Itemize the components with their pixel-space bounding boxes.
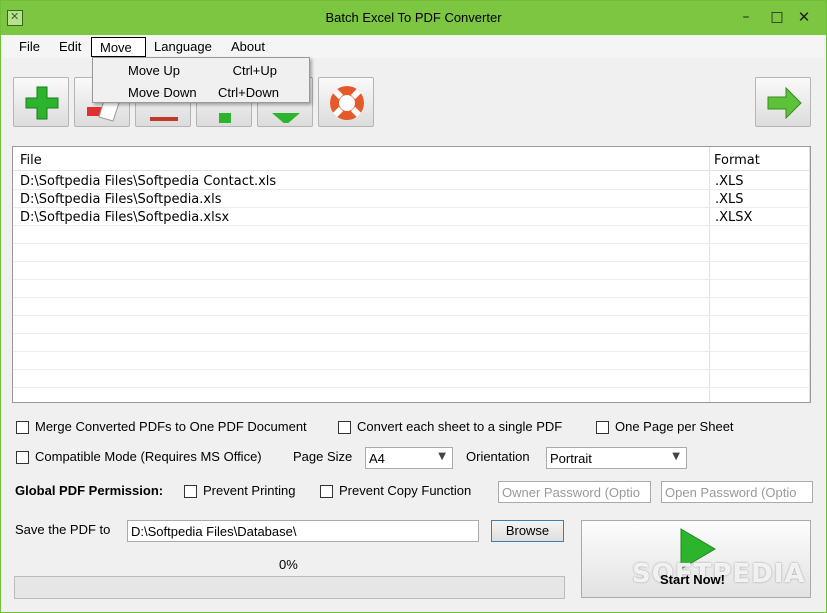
move-down-shortcut: Ctrl+Down <box>217 85 279 100</box>
orientation-value: Portrait <box>550 451 592 466</box>
add-icon <box>25 86 59 120</box>
each-sheet-label: Convert each sheet to a single PDF <box>357 419 563 434</box>
progress-bar <box>14 576 565 599</box>
file-format: .XLS <box>715 192 744 207</box>
each-sheet-checkbox[interactable] <box>338 421 351 434</box>
empty-row <box>13 244 810 262</box>
compatible-mode-label: Compatible Mode (Requires MS Office) <box>35 449 262 464</box>
menu-bar: File Edit Move Language About <box>3 36 824 58</box>
file-path: D:\Softpedia Files\Softpedia.xls <box>20 192 222 207</box>
move-dropdown-menu: Move Up Ctrl+Up Move Down Ctrl+Down <box>92 57 310 103</box>
file-list[interactable]: File Format D:\Softpedia Files\Softpedia… <box>12 146 811 403</box>
empty-row <box>13 280 810 298</box>
table-row[interactable]: D:\Softpedia Files\Softpedia Contact.xls… <box>13 172 810 190</box>
start-button[interactable]: SOFTPEDIA Start Now! <box>581 520 811 598</box>
move-down-label: Move Down <box>128 85 197 100</box>
page-size-value: A4 <box>369 451 385 466</box>
menu-item-move-up[interactable]: Move Up Ctrl+Up <box>93 60 309 80</box>
empty-row <box>13 334 810 352</box>
compatible-mode-checkbox[interactable] <box>16 451 29 464</box>
browse-button[interactable]: Browse <box>491 520 564 542</box>
prevent-printing-label: Prevent Printing <box>203 483 296 498</box>
one-page-checkbox[interactable] <box>596 421 609 434</box>
column-format[interactable]: Format <box>714 153 760 168</box>
file-path: D:\Softpedia Files\Softpedia Contact.xls <box>20 174 277 189</box>
menu-edit[interactable]: Edit <box>51 37 89 57</box>
title-bar[interactable]: Batch Excel To PDF Converter – □ ✕ <box>1 1 826 35</box>
table-row[interactable]: D:\Softpedia Files\Softpedia.xls .XLS <box>13 190 810 208</box>
move-up-label: Move Up <box>128 63 181 78</box>
table-row[interactable]: D:\Softpedia Files\Softpedia.xlsx .XLSX <box>13 208 810 226</box>
orientation-select[interactable]: Portrait ▼ <box>546 447 687 469</box>
orientation-label: Orientation <box>466 449 530 464</box>
empty-row <box>13 226 810 244</box>
owner-password-field[interactable] <box>498 481 651 503</box>
open-password-input[interactable] <box>662 482 812 502</box>
app-window: Batch Excel To PDF Converter – □ ✕ File … <box>0 0 827 613</box>
prevent-copy-checkbox[interactable] <box>320 485 333 498</box>
help-button[interactable] <box>318 77 374 127</box>
menu-language[interactable]: Language <box>146 37 220 57</box>
file-format: .XLSX <box>715 210 753 225</box>
owner-password-input[interactable] <box>499 482 650 502</box>
chevron-down-icon: ▼ <box>672 451 680 462</box>
column-file[interactable]: File <box>20 153 42 168</box>
prevent-printing-checkbox[interactable] <box>184 485 197 498</box>
save-path-field[interactable] <box>127 520 479 542</box>
next-arrow-icon <box>767 86 802 120</box>
progress-text: 0% <box>279 557 298 572</box>
save-path-input[interactable] <box>128 521 478 541</box>
menu-file[interactable]: File <box>11 37 48 57</box>
start-label: Start Now! <box>660 572 725 587</box>
menu-move[interactable]: Move <box>91 37 146 57</box>
merge-checkbox[interactable] <box>16 421 29 434</box>
next-button[interactable] <box>755 77 811 127</box>
empty-row <box>13 316 810 334</box>
empty-row <box>13 352 810 370</box>
save-label: Save the PDF to <box>15 522 111 537</box>
open-password-field[interactable] <box>661 481 813 503</box>
help-lifebuoy-icon <box>330 86 364 120</box>
merge-label: Merge Converted PDFs to One PDF Document <box>35 419 307 434</box>
prevent-copy-label: Prevent Copy Function <box>339 483 472 498</box>
one-page-label: One Page per Sheet <box>615 419 734 434</box>
maximize-button[interactable]: □ <box>762 5 792 29</box>
empty-row <box>13 262 810 280</box>
close-button[interactable]: ✕ <box>789 5 819 29</box>
move-up-shortcut: Ctrl+Up <box>232 63 277 78</box>
page-size-label: Page Size <box>293 449 353 464</box>
window-title: Batch Excel To PDF Converter <box>325 10 502 25</box>
empty-row <box>13 298 810 316</box>
add-files-button[interactable] <box>13 77 69 127</box>
file-list-header: File Format <box>13 147 810 171</box>
file-format: .XLS <box>715 174 744 189</box>
chevron-down-icon: ▼ <box>438 451 446 462</box>
permission-label: Global PDF Permission: <box>15 483 164 498</box>
empty-row <box>13 370 810 388</box>
page-size-select[interactable]: A4 ▼ <box>365 447 453 469</box>
menu-about[interactable]: About <box>223 37 273 57</box>
menu-item-move-down[interactable]: Move Down Ctrl+Down <box>93 82 309 102</box>
file-path: D:\Softpedia Files\Softpedia.xlsx <box>20 210 230 225</box>
minimize-button[interactable]: – <box>731 5 761 29</box>
